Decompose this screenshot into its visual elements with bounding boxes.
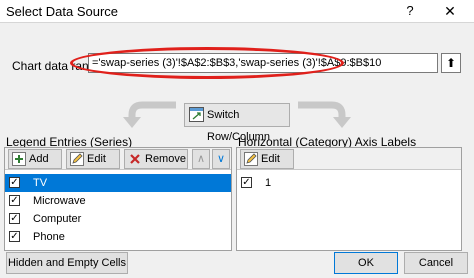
- edit-icon: [244, 152, 258, 166]
- axis-label-text: 1: [265, 177, 272, 189]
- switch-row-column-button[interactable]: Switch Row/Column: [184, 103, 290, 143]
- legend-item-label: TV: [33, 177, 48, 189]
- legend-checkbox[interactable]: ✓: [9, 195, 20, 206]
- right-curved-arrow-icon: [298, 101, 351, 128]
- move-down-button[interactable]: ∨: [212, 149, 230, 169]
- legend-checkbox[interactable]: ✓: [9, 177, 20, 188]
- dialog-title: Select Data Source: [6, 4, 119, 19]
- legend-checkbox[interactable]: ✓: [9, 213, 20, 224]
- cancel-button[interactable]: Cancel: [404, 252, 468, 274]
- legend-entries-panel: Add Edit Remove ∧ ∨ ✓ TV ✓ Microwave ✓ C…: [4, 147, 232, 251]
- remove-icon: [130, 154, 140, 164]
- legend-item-microwave[interactable]: ✓ Microwave: [5, 192, 231, 210]
- legend-item-phone[interactable]: ✓ Phone: [5, 228, 231, 246]
- ok-button[interactable]: OK: [334, 252, 398, 274]
- title-bar: Select Data Source ? ✕: [0, 0, 474, 22]
- chart-data-range-input[interactable]: ='swap-series (3)'!$A$2:$B$3,'swap-serie…: [88, 53, 438, 73]
- remove-label: Remove: [145, 153, 186, 165]
- edit-axis-labels-button[interactable]: Edit: [240, 149, 294, 169]
- help-button[interactable]: ?: [400, 2, 420, 20]
- axis-labels-panel: Edit ✓ 1: [236, 147, 462, 251]
- add-series-button[interactable]: Add: [8, 149, 62, 169]
- legend-item-label: Computer: [33, 213, 82, 225]
- axis-toolbar: Edit: [237, 148, 461, 170]
- switch-row-column-icon: [189, 107, 204, 122]
- legend-checkbox[interactable]: ✓: [9, 231, 20, 242]
- dialog-body: Chart data range: ='swap-series (3)'!$A$…: [0, 22, 474, 278]
- left-curved-arrow-icon: [123, 101, 176, 128]
- add-label: Add: [29, 153, 49, 165]
- axis-label-checkbox[interactable]: ✓: [241, 177, 252, 188]
- remove-series-button[interactable]: Remove: [124, 149, 188, 169]
- legend-item-label: Phone: [33, 231, 65, 243]
- add-icon: [12, 152, 26, 166]
- legend-item-computer[interactable]: ✓ Computer: [5, 210, 231, 228]
- edit-icon: [70, 152, 84, 166]
- edit-series-button[interactable]: Edit: [66, 149, 120, 169]
- collapse-range-button[interactable]: ⬆: [441, 53, 461, 73]
- move-up-button[interactable]: ∧: [192, 149, 210, 169]
- legend-item-label: Microwave: [33, 195, 86, 207]
- legend-toolbar: Add Edit Remove ∧ ∨: [5, 148, 231, 170]
- edit-label: Edit: [261, 153, 280, 165]
- hidden-empty-cells-button[interactable]: Hidden and Empty Cells: [6, 252, 128, 274]
- legend-item-tv[interactable]: ✓ TV: [5, 174, 231, 192]
- axis-label-item[interactable]: ✓ 1: [237, 174, 461, 192]
- edit-label: Edit: [87, 153, 106, 165]
- close-button[interactable]: ✕: [430, 2, 470, 20]
